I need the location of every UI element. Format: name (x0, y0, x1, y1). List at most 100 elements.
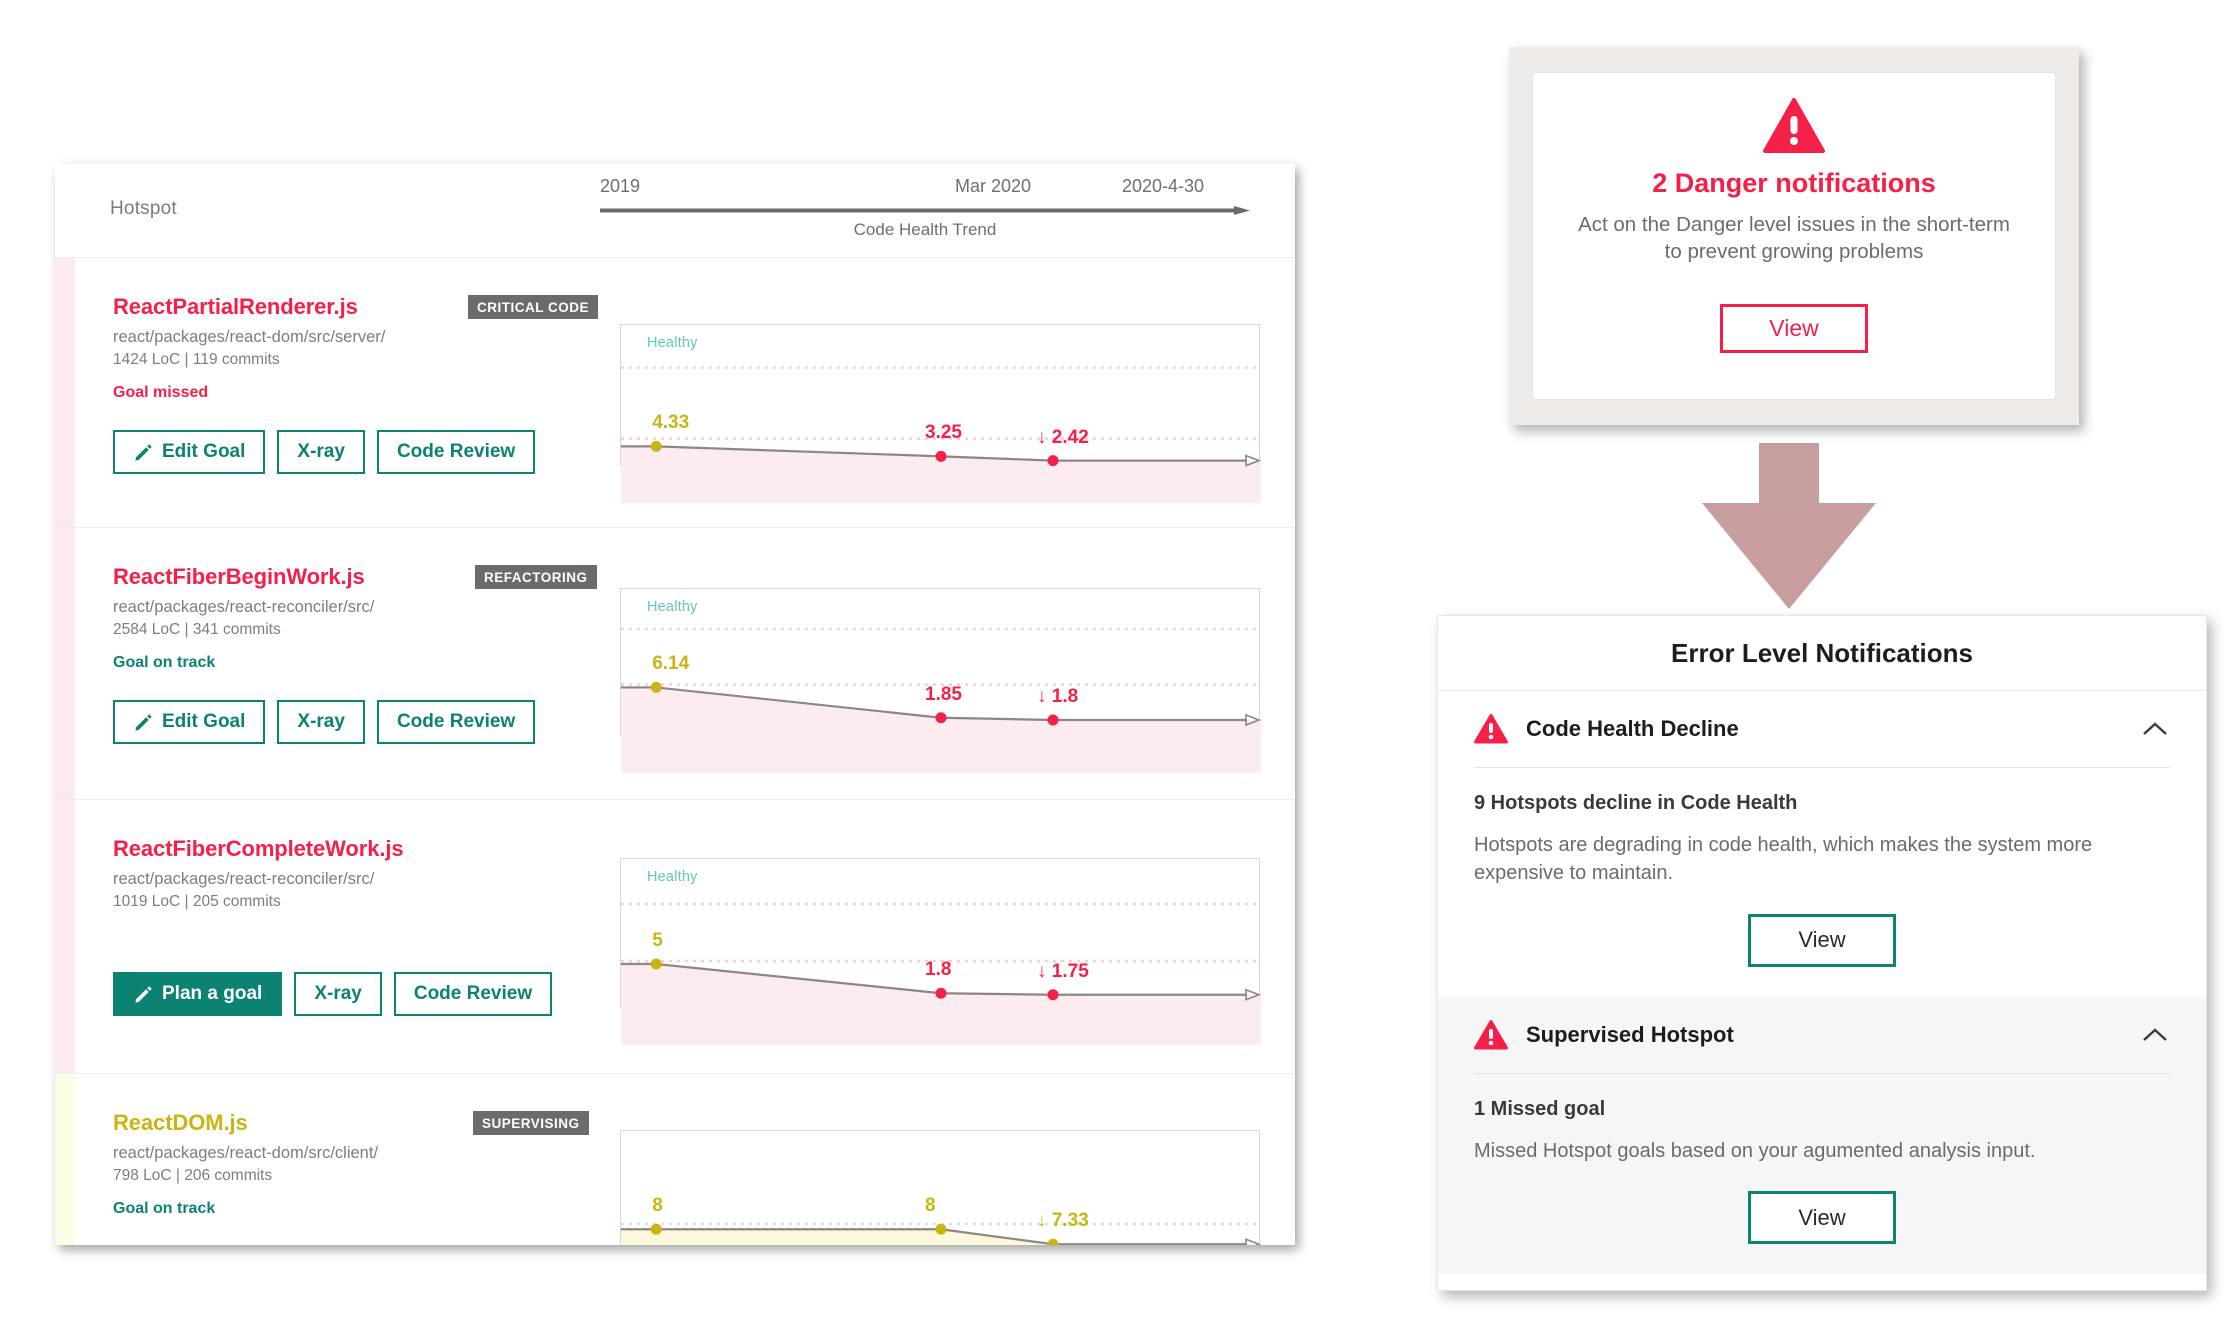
timeline-axis-arrow (600, 206, 1250, 215)
chart-point-label: ↓ 1.75 (1037, 960, 1089, 982)
notification-description: Missed Hotspot goals based on your agume… (1474, 1139, 2036, 1162)
edit-goal-button[interactable]: Edit Goal (113, 430, 266, 474)
button-label: X-ray (297, 711, 345, 732)
notification-count-text: 1 Missed goal (1474, 1097, 1606, 1120)
notifications-panel-title: Error Level Notifications (1438, 616, 2206, 691)
timeline-mid-label: Mar 2020 (955, 176, 1032, 196)
notification-description: Hotspots are degrading in code health, w… (1474, 834, 2093, 885)
chart-container: Healthy 4.33 3.25 ↓ 2.42 (620, 324, 1261, 503)
status-badge: REFACTORING (475, 565, 597, 589)
hotspot-file-path: react/packages/react-dom/src/client/ (113, 1144, 379, 1162)
warning-triangle-icon (1533, 98, 2055, 159)
button-label: Code Review (396, 441, 516, 462)
hotspot-file-path: react/packages/react-reconciler/src/ (113, 870, 375, 888)
notification-view-button[interactable]: View (1748, 1191, 1896, 1245)
hotspot-file-path: react/packages/react-dom/src/server/ (113, 328, 386, 346)
chart-point-label: 6.14 (652, 653, 690, 675)
chart-point-label: 4.33 (652, 412, 690, 434)
chart-point-label: 1.8 (925, 959, 952, 981)
hotspot-file-name[interactable]: ReactDOM.js (113, 1110, 248, 1136)
button-label: Plan a goal (162, 983, 263, 1004)
warning-triangle-icon (1474, 714, 1508, 744)
danger-view-button[interactable]: View (1720, 304, 1868, 353)
flow-down-arrow-icon (1702, 443, 1876, 609)
timeline-end-label: 2020-4-30 (1122, 176, 1205, 196)
hotspot-file-metrics: 2584 LoC | 341 commits (113, 621, 281, 638)
hotspot-rows: ReactPartialRenderer.js CRITICAL CODE re… (55, 258, 1295, 1245)
chart-point-label: ↓ 2.42 (1037, 426, 1089, 448)
pencil-icon (133, 442, 153, 462)
timeline-caption: Code Health Trend (853, 220, 997, 239)
timeline-start-label: 2019 (600, 176, 641, 196)
chart-point-label: 8 (652, 1195, 663, 1217)
chart-plot-area: 8 8 ↓ 7.33 (620, 1130, 1261, 1245)
table-header: Hotspot 2019 Mar 2020 2020-4-30 Code Hea… (55, 164, 1295, 258)
hotspot-file-name[interactable]: ReactPartialRenderer.js (113, 294, 358, 320)
button-label: Code Review (413, 983, 533, 1004)
chart-container: Healthy 6.14 1.85 ↓ 1.8 (620, 588, 1261, 773)
code-health-trend-chart (621, 366, 1261, 503)
row-status-stripe (55, 1074, 75, 1245)
hotspot-file-name[interactable]: ReactFiberBeginWork.js (113, 564, 365, 590)
hotspot-file-metrics: 798 LoC | 206 commits (113, 1167, 273, 1184)
row-action-buttons: Plan a goal X-ray Code Review (113, 972, 564, 1016)
hotspot-file-name[interactable]: ReactFiberCompleteWork.js (113, 836, 404, 862)
screenshot-root: Hotspot 2019 Mar 2020 2020-4-30 Code Hea… (0, 0, 2228, 1334)
code-review-button[interactable]: Code Review (376, 700, 536, 744)
notification-section-title: Code Health Decline (1526, 716, 1739, 741)
x-ray-button[interactable]: X-ray (277, 700, 365, 744)
row-status-stripe (55, 258, 75, 527)
code-review-button[interactable]: Code Review (393, 972, 553, 1016)
danger-card-title: 2 Danger notifications (1652, 168, 1936, 198)
row-action-buttons: Edit Goal X-ray Code Review (113, 700, 547, 744)
pencil-icon (133, 984, 153, 1004)
danger-card-description: Act on the Danger level issues in the sh… (1578, 213, 2010, 264)
timeline-labels: 2019 Mar 2020 2020-4-30 (600, 176, 1250, 202)
hotspot-file-path: react/packages/react-reconciler/src/ (113, 598, 375, 616)
table-row: ReactFiberCompleteWork.js react/packages… (55, 800, 1295, 1074)
notification-section-title: Supervised Hotspot (1526, 1021, 1734, 1047)
row-content: ReactFiberBeginWork.js REFACTORING react… (75, 528, 1295, 799)
timeline-header: 2019 Mar 2020 2020-4-30 Code Health Tren… (600, 176, 1250, 254)
notification-section: Supervised Hotspot 1 Missed goal Missed … (1438, 996, 2206, 1275)
chart-plot-area: Healthy 6.14 1.85 ↓ 1.8 (620, 588, 1261, 773)
code-review-button[interactable]: Code Review (376, 430, 536, 474)
chart-point-label: 3.25 (925, 422, 962, 444)
row-status-stripe (55, 528, 75, 799)
notification-section: Code Health Decline 9 Hotspots decline i… (1438, 691, 2206, 997)
warning-triangle-icon (1474, 1019, 1508, 1050)
x-ray-button[interactable]: X-ray (294, 972, 382, 1016)
notification-section-header[interactable]: Code Health Decline (1474, 691, 2170, 767)
error-level-notifications-panel: Error Level Notifications Code Health De… (1437, 615, 2207, 1291)
danger-notification-card-shadow: 2 Danger notifications Act on the Danger… (1509, 47, 2079, 425)
hotspot-file-metrics: 1424 LoC | 119 commits (113, 351, 280, 368)
chevron-up-icon[interactable] (2142, 1027, 2168, 1043)
edit-goal-button[interactable]: Edit Goal (113, 700, 266, 744)
notification-view-button[interactable]: View (1748, 913, 1896, 967)
divider (1474, 767, 2170, 768)
chart-point-label: ↓ 1.8 (1037, 685, 1079, 707)
chart-container: Healthy 5 1.8 ↓ 1.75 (620, 858, 1261, 1045)
chart-point-label: 5 (652, 930, 663, 951)
row-content: ReactPartialRenderer.js CRITICAL CODE re… (75, 258, 1295, 527)
column-header-hotspot: Hotspot (110, 198, 177, 219)
code-health-trend-chart (621, 1222, 1261, 1245)
table-row: ReactFiberBeginWork.js REFACTORING react… (55, 528, 1295, 800)
row-action-buttons: Edit Goal X-ray Code Review (113, 430, 547, 474)
plan-a-goal-button[interactable]: Plan a goal (113, 972, 283, 1016)
status-badge: CRITICAL CODE (468, 295, 599, 319)
goal-status-text: Goal missed (113, 384, 209, 401)
row-content: ReactFiberCompleteWork.js react/packages… (75, 800, 1295, 1073)
hotspot-table-panel: Hotspot 2019 Mar 2020 2020-4-30 Code Hea… (55, 164, 1295, 1245)
danger-notification-card: 2 Danger notifications Act on the Danger… (1532, 72, 2056, 400)
chart-point-label: ↓ 7.33 (1037, 1210, 1089, 1232)
x-ray-button[interactable]: X-ray (277, 430, 365, 474)
button-label: X-ray (297, 441, 345, 462)
notification-action-row: View (1474, 913, 2170, 997)
chevron-up-icon[interactable] (2142, 721, 2168, 737)
goal-status-text: Goal on track (113, 654, 216, 671)
chart-container: 8 8 ↓ 7.33 (620, 1130, 1261, 1245)
button-label: X-ray (314, 983, 362, 1004)
row-status-stripe (55, 800, 75, 1073)
notification-section-header[interactable]: Supervised Hotspot (1474, 997, 2170, 1073)
